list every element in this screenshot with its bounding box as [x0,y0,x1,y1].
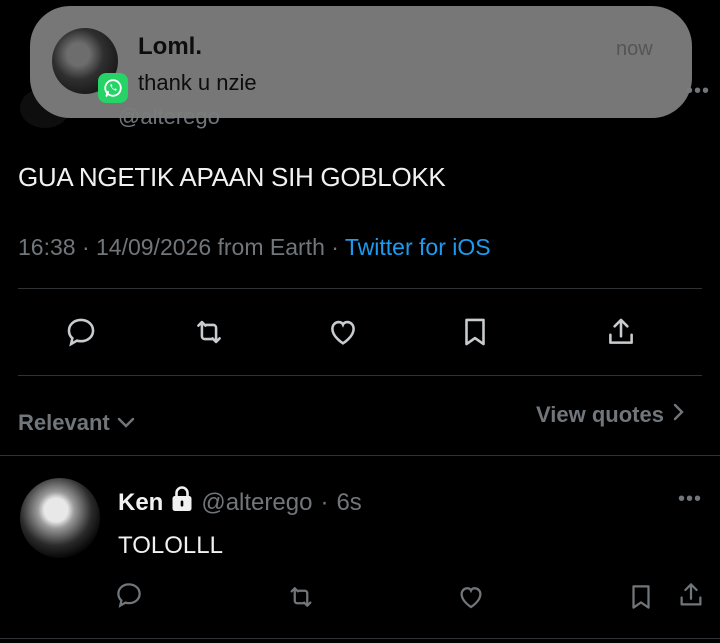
reply-time[interactable]: 6s [336,489,361,517]
share-icon[interactable] [676,580,706,610]
reply-header: Ken @alterego · 6s [118,486,362,519]
lock-icon [171,486,193,519]
notification-message: thank u nzie [138,70,257,95]
reply-author-name[interactable]: Ken [118,489,163,517]
divider [18,288,702,289]
notification-banner[interactable] [30,6,692,118]
divider [0,638,720,639]
sort-replies-dropdown[interactable]: Relevant [18,410,136,436]
share-icon[interactable] [604,315,638,349]
tweet-timestamp: 16:38 · 14/09/2026 from Earth · [18,234,345,260]
tweet-metadata: 16:38 · 14/09/2026 from Earth · Twitter … [18,234,491,261]
chevron-down-icon [116,410,136,436]
avatar[interactable] [20,478,100,558]
like-icon[interactable] [456,582,486,612]
retweet-icon[interactable] [192,315,226,349]
chevron-right-icon [672,402,684,428]
tweet-source-link[interactable]: Twitter for iOS [345,234,491,260]
divider [18,375,702,376]
bookmark-icon[interactable] [458,315,492,349]
reply-icon[interactable] [64,315,98,349]
separator: · [320,488,329,516]
reply-author-handle[interactable]: @alterego [201,489,312,517]
notification-sender: Loml. [138,33,202,60]
reply-text: TOLOLLL [118,532,223,559]
sort-label: Relevant [18,410,110,435]
divider [0,455,720,456]
retweet-icon[interactable] [286,582,316,612]
notification-time: now [616,38,653,60]
view-quotes-link[interactable]: View quotes [536,402,684,428]
tweet-text: GUA NGETIK APAAN SIH GOBLOKK [18,162,446,192]
bookmark-icon[interactable] [626,582,656,612]
reply-icon[interactable] [114,580,144,610]
more-options-icon[interactable]: ••• [678,488,702,511]
like-icon[interactable] [326,315,360,349]
view-quotes-label: View quotes [536,402,664,427]
whatsapp-icon [98,73,128,103]
